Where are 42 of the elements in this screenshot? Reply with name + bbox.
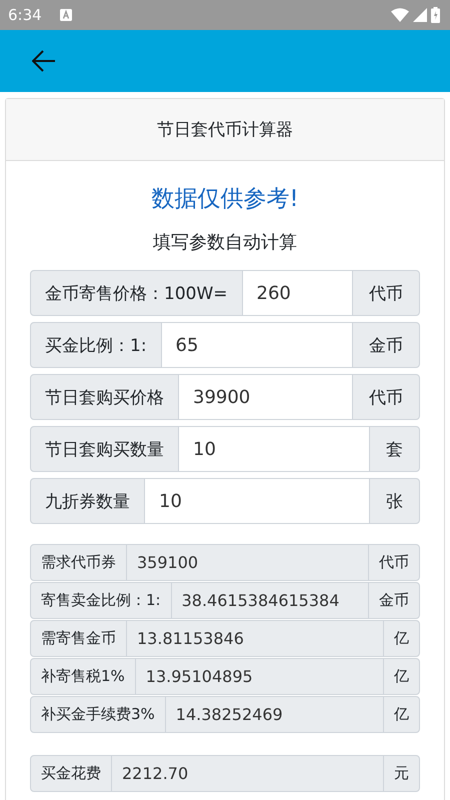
wifi-icon bbox=[391, 8, 409, 22]
status-time: 6:34 bbox=[8, 6, 42, 24]
result-label: 补买金手续费3% bbox=[30, 696, 166, 733]
card-title: 节日套代币计算器 bbox=[157, 119, 293, 141]
notice-text: 数据仅供参考! bbox=[150, 185, 300, 214]
back-arrow-icon[interactable] bbox=[32, 50, 56, 72]
param-label: 金币寄售价格：100W= bbox=[30, 270, 243, 316]
unit-label: 张 bbox=[369, 478, 420, 524]
unit-label: 元 bbox=[383, 755, 420, 792]
battery-icon bbox=[431, 7, 440, 23]
param-label: 买金比例：1: bbox=[30, 322, 162, 368]
result-label: 寄售卖金比例：1: bbox=[30, 582, 172, 619]
unit-label: 代币 bbox=[352, 270, 420, 316]
input-field[interactable]: 10 bbox=[145, 478, 369, 524]
result-label: 买金花费 bbox=[30, 755, 112, 792]
notification-icon bbox=[60, 9, 72, 21]
param-label: 节日套购买价格 bbox=[30, 374, 179, 420]
unit-label: 金币 bbox=[368, 582, 420, 619]
unit-label: 金币 bbox=[352, 322, 420, 368]
param-label: 九折券数量 bbox=[30, 478, 145, 524]
result-field[interactable]: 2212.70 bbox=[112, 755, 383, 792]
unit-label: 代币 bbox=[352, 374, 420, 420]
result-field[interactable]: 359100 bbox=[127, 544, 368, 581]
result-field[interactable]: 38.4615384615384 bbox=[172, 582, 368, 619]
signal-icon bbox=[413, 8, 427, 22]
input-field[interactable]: 65 bbox=[162, 322, 352, 368]
param-label: 节日套购买数量 bbox=[30, 426, 179, 472]
unit-label: 套 bbox=[369, 426, 420, 472]
input-field[interactable]: 10 bbox=[179, 426, 369, 472]
result-field[interactable]: 13.81153846 bbox=[127, 620, 383, 657]
result-field[interactable]: 13.95104895 bbox=[136, 658, 383, 695]
unit-label: 亿 bbox=[383, 696, 420, 733]
subtitle-text: 填写参数自动计算 bbox=[152, 231, 298, 254]
result-field[interactable]: 14.38252469 bbox=[166, 696, 383, 733]
input-field[interactable]: 39900 bbox=[179, 374, 352, 420]
input-field[interactable]: 260 bbox=[242, 270, 352, 316]
unit-label: 亿 bbox=[383, 620, 420, 657]
result-label: 需求代币券 bbox=[30, 544, 127, 581]
unit-label: 亿 bbox=[383, 658, 420, 695]
result-label: 需寄售金币 bbox=[30, 620, 127, 657]
unit-label: 代币 bbox=[368, 544, 420, 581]
result-label: 补寄售税1% bbox=[30, 658, 136, 695]
